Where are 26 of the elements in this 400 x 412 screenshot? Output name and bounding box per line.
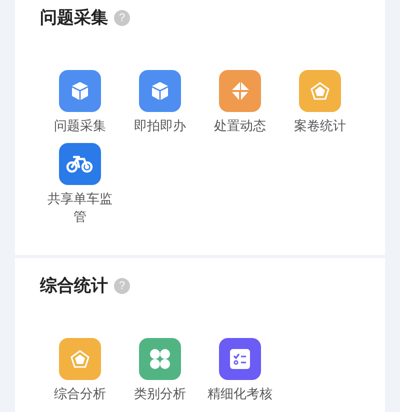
diamond-icon <box>230 81 250 101</box>
checklist-icon <box>229 348 251 370</box>
pentagon-icon <box>310 81 330 101</box>
shortcut-label: 精细化考核 <box>206 385 274 403</box>
shortcut-item[interactable]: 案卷统计 <box>280 70 360 135</box>
shortcut-item[interactable]: 即拍即办 <box>120 70 200 135</box>
clover-icon <box>149 348 171 370</box>
shortcut-label: 案卷统计 <box>293 117 347 135</box>
shortcut-item[interactable]: 问题采集 <box>40 70 120 135</box>
shortcut-item[interactable]: 精细化考核 <box>200 338 280 403</box>
section-title: 问题采集 <box>40 7 108 30</box>
shortcut-item[interactable]: 共享单车监管 <box>40 143 120 226</box>
cube-icon <box>70 81 90 101</box>
shortcut-label: 类别分析 <box>133 385 187 403</box>
shortcut-label: 处置动态 <box>213 117 267 135</box>
shortcut-label: 问题采集 <box>53 117 107 135</box>
shortcut-label: 即拍即办 <box>133 117 187 135</box>
pentagon-icon <box>70 349 90 369</box>
shortcut-label: 综合分析 <box>53 385 107 403</box>
cube-icon <box>150 81 170 101</box>
shortcut-item[interactable]: 处置动态 <box>200 70 280 135</box>
shortcut-item[interactable]: 综合分析 <box>40 338 120 403</box>
shortcut-item[interactable]: 类别分析 <box>120 338 200 403</box>
section-title: 综合统计 <box>40 275 108 298</box>
bicycle-icon <box>66 154 94 174</box>
shortcut-label: 共享单车监管 <box>46 190 114 226</box>
